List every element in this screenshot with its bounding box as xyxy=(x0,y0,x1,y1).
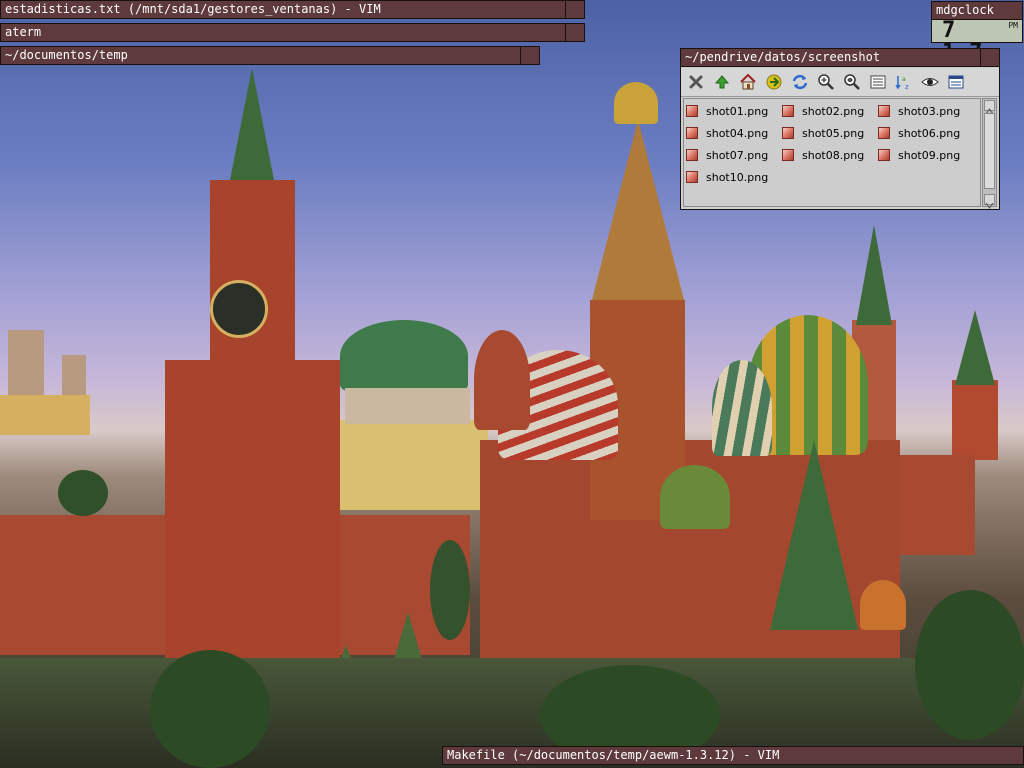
dome-drum xyxy=(345,388,470,424)
close-icon[interactable] xyxy=(686,72,706,92)
spasskaya-tower-base xyxy=(165,360,340,660)
zoom-in-icon[interactable] xyxy=(816,72,836,92)
clock-ampm: PM xyxy=(1008,21,1018,30)
file-name: shot02.png xyxy=(802,104,865,118)
file-name: shot05.png xyxy=(802,126,865,140)
file-browser-window: ~/pendrive/datos/screenshot az shot01.pn… xyxy=(680,48,1000,210)
window-title: ~/documentos/temp xyxy=(5,48,128,62)
forward-arrow-icon[interactable] xyxy=(764,72,784,92)
file-browser-titlebar[interactable]: ~/pendrive/datos/screenshot xyxy=(680,48,1000,67)
image-file-icon xyxy=(878,105,890,117)
clock-display: 7 17 PM xyxy=(931,20,1023,64)
scroll-up-arrow-icon[interactable] xyxy=(984,100,995,115)
image-file-icon xyxy=(878,127,890,139)
image-file-icon xyxy=(782,105,794,117)
window-title: Makefile (~/documentos/temp/aewm-1.3.12)… xyxy=(447,748,780,762)
file-item[interactable]: shot04.png xyxy=(686,124,778,142)
yellow-palace xyxy=(338,420,488,510)
window-title: estadisticas.txt (/mnt/sda1/gestores_ven… xyxy=(5,2,381,16)
image-file-icon xyxy=(782,149,794,161)
file-list-scrollbar[interactable] xyxy=(982,98,997,209)
home-icon[interactable] xyxy=(738,72,758,92)
aterm-window-titlebar[interactable]: aterm xyxy=(0,23,585,42)
file-name: shot01.png xyxy=(706,104,769,118)
green-white-dome xyxy=(712,360,772,456)
image-file-icon xyxy=(686,127,698,139)
spasskaya-tower-mid xyxy=(210,180,295,370)
image-file-icon xyxy=(686,105,698,117)
scroll-thumb[interactable] xyxy=(984,113,995,189)
image-file-icon xyxy=(782,127,794,139)
file-name: shot09.png xyxy=(898,148,961,162)
zoom-out-icon[interactable] xyxy=(842,72,862,92)
right-spire xyxy=(856,225,892,325)
tree xyxy=(915,590,1024,740)
mdgclock-window: mdgclock 7 17 PM xyxy=(931,1,1023,64)
file-list: shot01.png shot02.png shot03.png shot04.… xyxy=(683,98,981,207)
image-file-icon xyxy=(686,149,698,161)
file-name: shot06.png xyxy=(898,126,961,140)
tree xyxy=(58,470,108,516)
vim-stats-window-titlebar[interactable]: estadisticas.txt (/mnt/sda1/gestores_ven… xyxy=(0,0,585,19)
tree xyxy=(150,650,270,768)
golden-dome xyxy=(614,82,658,124)
makefile-window-titlebar[interactable]: Makefile (~/documentos/temp/aewm-1.3.12)… xyxy=(442,746,1024,765)
file-item[interactable]: shot10.png xyxy=(686,168,778,186)
window-button[interactable] xyxy=(565,1,584,18)
up-arrow-icon[interactable] xyxy=(712,72,732,92)
file-name: shot04.png xyxy=(706,126,769,140)
sort-icon[interactable]: az xyxy=(894,72,914,92)
list-view-icon[interactable] xyxy=(868,72,888,92)
file-name: shot07.png xyxy=(706,148,769,162)
red-dome xyxy=(474,330,530,430)
image-file-icon xyxy=(686,171,698,183)
far-right-spire xyxy=(955,310,995,385)
file-item[interactable]: shot08.png xyxy=(782,146,874,164)
file-item[interactable]: shot07.png xyxy=(686,146,778,164)
details-view-icon[interactable] xyxy=(946,72,966,92)
tree xyxy=(430,540,470,640)
image-file-icon xyxy=(878,149,890,161)
window-title: aterm xyxy=(5,25,42,39)
file-item[interactable]: shot09.png xyxy=(878,146,970,164)
file-browser-toolbar: az xyxy=(681,68,999,97)
file-name: shot10.png xyxy=(706,170,769,184)
file-item[interactable]: shot03.png xyxy=(878,102,970,120)
temp-window-titlebar[interactable]: ~/documentos/temp xyxy=(0,46,540,65)
file-name: shot08.png xyxy=(802,148,865,162)
window-button[interactable] xyxy=(565,24,584,41)
window-button[interactable] xyxy=(520,47,539,64)
small-green-dome xyxy=(660,465,730,529)
svg-text:z: z xyxy=(905,83,909,91)
orange-dome xyxy=(860,580,906,630)
refresh-icon[interactable] xyxy=(790,72,810,92)
file-name: shot03.png xyxy=(898,104,961,118)
eye-icon[interactable] xyxy=(920,72,940,92)
file-item[interactable]: shot06.png xyxy=(878,124,970,142)
window-title: ~/pendrive/datos/screenshot xyxy=(685,50,881,64)
svg-text:a: a xyxy=(902,76,906,83)
green-dome xyxy=(340,320,468,392)
clock-face-decoration xyxy=(210,280,268,338)
file-item[interactable]: shot05.png xyxy=(782,124,874,142)
yellow-building xyxy=(0,395,90,435)
clock-title: mdgclock xyxy=(936,3,994,17)
far-right-tower xyxy=(952,380,998,460)
green-tent-roof xyxy=(770,440,858,630)
spire xyxy=(230,68,274,180)
window-button[interactable] xyxy=(980,49,999,66)
file-item[interactable]: shot02.png xyxy=(782,102,874,120)
file-item[interactable]: shot01.png xyxy=(686,102,778,120)
central-tent-roof xyxy=(592,120,684,300)
scroll-down-arrow-icon[interactable] xyxy=(984,194,995,209)
